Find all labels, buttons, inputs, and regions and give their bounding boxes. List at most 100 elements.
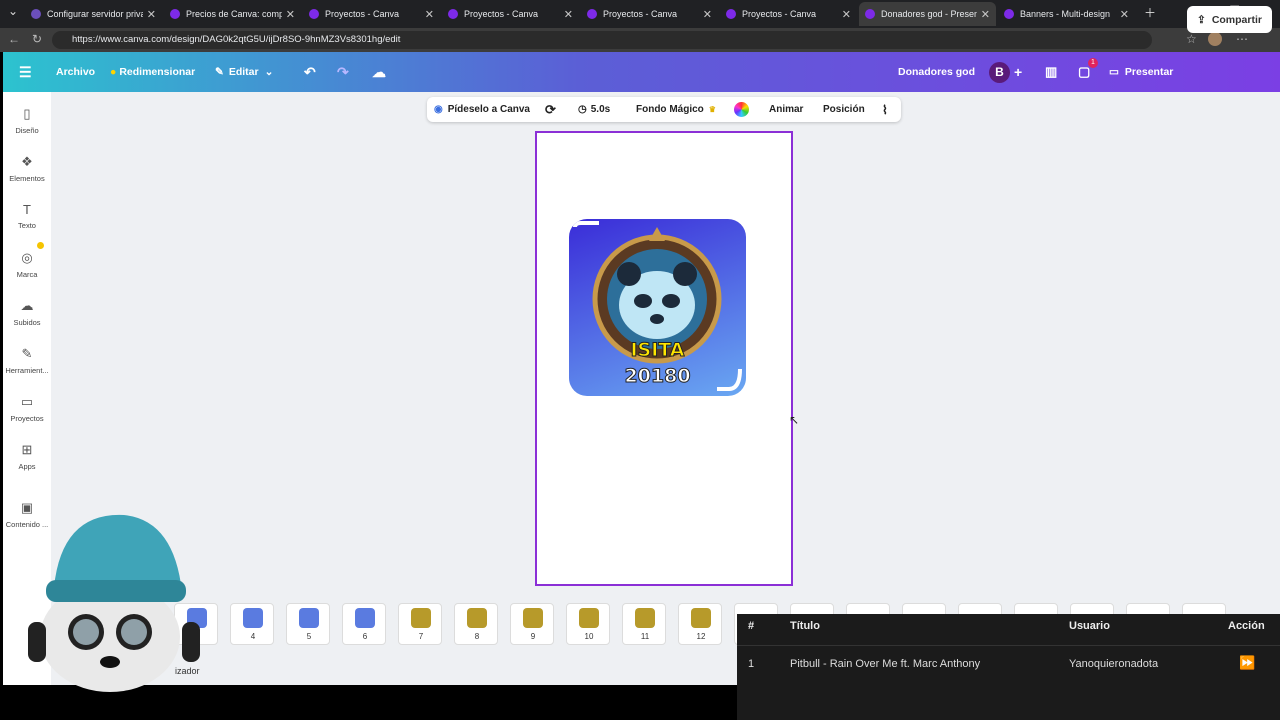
tab-list-chevron-icon[interactable]: ⌄ bbox=[8, 4, 18, 18]
sidebar-item[interactable]: T Texto bbox=[3, 202, 51, 230]
browser-tab[interactable]: Banners - Multi-design ✕ bbox=[998, 2, 1135, 26]
tab-close-icon[interactable]: ✕ bbox=[147, 8, 156, 21]
animar-button[interactable]: Animar bbox=[769, 97, 803, 122]
thumbnail-number: 10 bbox=[584, 632, 594, 641]
tab-close-icon[interactable]: ✕ bbox=[1120, 8, 1129, 21]
comments-badge: 1 bbox=[1088, 58, 1098, 68]
tab-title: Precios de Canva: compara l bbox=[186, 9, 282, 19]
thumbnail-image bbox=[243, 608, 263, 628]
fondo-magico-button[interactable]: Fondo Mágico ♛ bbox=[636, 97, 716, 122]
collaborator-avatar[interactable]: B bbox=[989, 62, 1010, 83]
sidebar-item[interactable]: ◎ Marca bbox=[3, 250, 51, 279]
reload-icon[interactable]: ↻ bbox=[32, 32, 42, 46]
thumbnail-image bbox=[411, 608, 431, 628]
sidebar-item[interactable]: ☁ Subidos bbox=[3, 298, 51, 327]
panda-streamer-icon bbox=[28, 514, 200, 692]
sidebar-item[interactable]: ▭ Proyectos bbox=[3, 394, 51, 423]
tab-favicon-icon bbox=[726, 9, 736, 19]
tab-close-icon[interactable]: ✕ bbox=[842, 8, 851, 21]
browser-tab[interactable]: Proyectos - Canva ✕ bbox=[720, 2, 857, 26]
tab-favicon-icon bbox=[448, 9, 458, 19]
insights-icon[interactable]: ▥ bbox=[1045, 52, 1057, 92]
page-thumbnail[interactable]: 9 bbox=[510, 603, 554, 645]
editar-button[interactable]: ✎ Editar ⌄ bbox=[215, 52, 273, 92]
page-thumbnail[interactable]: 6 bbox=[342, 603, 386, 645]
browser-tab[interactable]: Proyectos - Canva ✕ bbox=[303, 2, 440, 26]
format-painter-icon[interactable]: ⌇ bbox=[882, 97, 888, 122]
page-thumbnail[interactable]: 4 bbox=[230, 603, 274, 645]
tab-title: Proyectos - Canva bbox=[742, 9, 817, 19]
address-row: ← ↻ https://www.canva.com/design/DAG0k2q… bbox=[0, 28, 1280, 52]
add-collaborator-icon[interactable]: + bbox=[1014, 52, 1022, 92]
cloud-save-icon[interactable]: ☁ bbox=[372, 52, 386, 92]
ask-canva-button[interactable]: ◉ Pídeselo a Canva bbox=[434, 97, 530, 122]
element-toolbar: ◉ Pídeselo a Canva ⟳ ◷ 5.0s Fondo Mágico… bbox=[427, 97, 901, 122]
menu-icon[interactable]: ☰ bbox=[19, 52, 32, 92]
page-thumbnail[interactable]: 10 bbox=[566, 603, 610, 645]
compartir-button[interactable]: ⇪ Compartir bbox=[1187, 6, 1272, 33]
clock-icon: ◷ bbox=[578, 104, 587, 115]
back-icon[interactable]: ← bbox=[8, 32, 20, 46]
sidebar-item[interactable]: ❖ Elementos bbox=[3, 154, 51, 183]
tab-close-icon[interactable]: ✕ bbox=[703, 8, 712, 21]
sidebar-item-label: Herramient... bbox=[5, 366, 49, 375]
duration-label: 5.0s bbox=[590, 104, 611, 115]
sidebar-item[interactable]: ▯ Diseño bbox=[3, 106, 51, 135]
more-icon[interactable]: ⋯ bbox=[1236, 32, 1248, 46]
queue-divider bbox=[737, 645, 1280, 646]
mouse-cursor-icon: ↖ bbox=[789, 413, 800, 427]
tab-close-icon[interactable]: ✕ bbox=[981, 8, 990, 21]
tab-close-icon[interactable]: ✕ bbox=[425, 8, 434, 21]
browser-tab-bar: ⌄ Configurar servidor privado✕Precios de… bbox=[0, 0, 1280, 28]
sidebar-item[interactable]: ✎ Herramient... bbox=[3, 346, 51, 375]
editar-label: Editar bbox=[228, 66, 259, 78]
color-picker-button[interactable] bbox=[734, 97, 749, 122]
tab-favicon-icon bbox=[31, 9, 41, 19]
archivo-button[interactable]: Archivo bbox=[56, 52, 95, 92]
browser-tab[interactable]: Proyectos - Canva ✕ bbox=[581, 2, 718, 26]
tab-favicon-icon bbox=[1004, 9, 1014, 19]
favorites-icon[interactable]: ☆ bbox=[1186, 32, 1197, 46]
browser-tab[interactable]: Proyectos - Canva ✕ bbox=[442, 2, 579, 26]
sidebar-item-label: Proyectos bbox=[10, 414, 44, 423]
replace-icon[interactable]: ⟳ bbox=[545, 97, 556, 122]
tab-favicon-icon bbox=[309, 9, 319, 19]
redimensionar-button[interactable]: ● Redimensionar bbox=[110, 52, 195, 92]
page-thumbnail[interactable]: 8 bbox=[454, 603, 498, 645]
browser-tab[interactable]: Precios de Canva: compara l ✕ bbox=[164, 2, 301, 26]
shapes-icon: ❖ bbox=[21, 154, 33, 169]
thumbnail-number: 5 bbox=[306, 632, 312, 641]
browser-tab[interactable]: Configurar servidor privado ✕ bbox=[25, 2, 162, 26]
duration-button[interactable]: ◷ 5.0s bbox=[578, 97, 610, 122]
queue-row-user: Yanoquieronadota bbox=[1069, 658, 1159, 670]
page-thumbnail[interactable]: 11 bbox=[622, 603, 666, 645]
badge-text-name: ISITA bbox=[630, 339, 685, 362]
sidebar-item-label: Diseño bbox=[15, 126, 39, 135]
skip-forward-icon[interactable]: ⏩ bbox=[1239, 655, 1255, 671]
tab-close-icon[interactable]: ✕ bbox=[286, 8, 295, 21]
cloud-upload-icon: ☁ bbox=[20, 298, 34, 313]
thumbnail-image bbox=[691, 608, 711, 628]
redo-icon[interactable]: ↷ bbox=[337, 52, 349, 92]
sidebar-item-label: Marca bbox=[16, 270, 38, 279]
page-thumbnail[interactable]: 7 bbox=[398, 603, 442, 645]
undo-icon[interactable]: ↶ bbox=[304, 52, 316, 92]
presentar-label: Presentar bbox=[1124, 66, 1174, 78]
thumbnail-number: 12 bbox=[696, 632, 706, 641]
panda-badge-image[interactable]: ISITA 20180 bbox=[569, 219, 746, 396]
design-title[interactable]: Donadores god bbox=[898, 52, 975, 92]
tab-close-icon[interactable]: ✕ bbox=[564, 8, 573, 21]
sidebar-item[interactable]: ⊞ Apps bbox=[3, 442, 51, 471]
page-thumbnail[interactable]: 12 bbox=[678, 603, 722, 645]
url-bar[interactable]: https://www.canva.com/design/DAG0k2qtG5U… bbox=[52, 31, 1152, 49]
page-thumbnail[interactable]: 5 bbox=[286, 603, 330, 645]
browser-tab[interactable]: Donadores god - Presentaci ✕ bbox=[859, 2, 996, 26]
posicion-button[interactable]: Posición bbox=[823, 97, 865, 122]
profile-avatar[interactable] bbox=[1208, 32, 1222, 46]
queue-header-action: Acción bbox=[1228, 620, 1265, 632]
comments-icon[interactable]: ▢ bbox=[1078, 52, 1090, 92]
apps-icon: ⊞ bbox=[21, 442, 33, 457]
new-tab-icon[interactable]: ＋ bbox=[1144, 4, 1156, 21]
folder-icon: ▭ bbox=[20, 394, 34, 409]
presentar-button[interactable]: ▭ Presentar bbox=[1109, 52, 1173, 92]
